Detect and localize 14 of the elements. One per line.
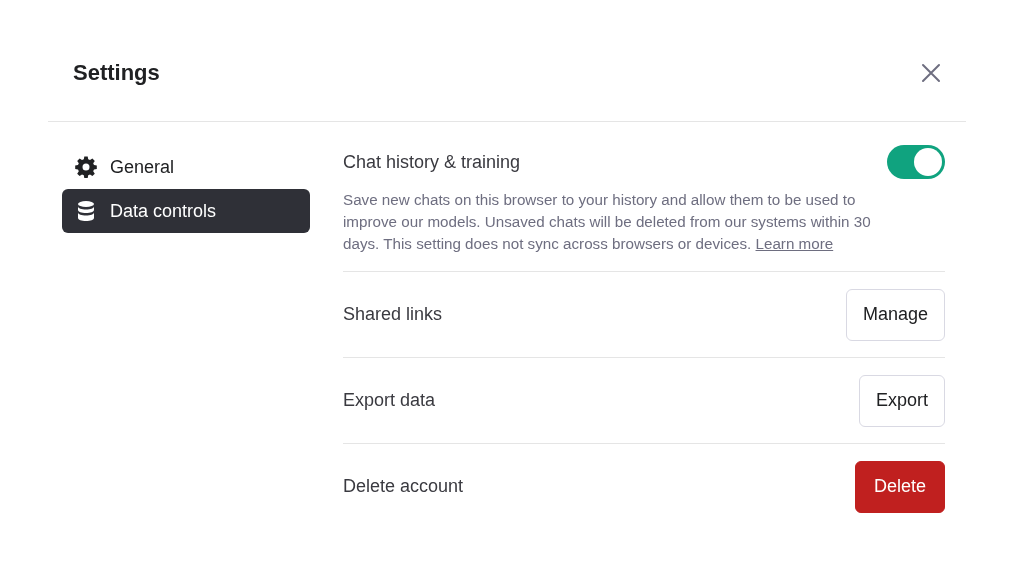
action-button[interactable]: Manage [845,288,945,341]
setting-label: Chat history & training [343,151,521,173]
action-button[interactable]: Export [858,374,945,427]
toggle-switch[interactable] [887,145,945,179]
delete-button[interactable]: Delete [854,460,945,513]
setting-label: Delete account [343,476,464,497]
setting-label: Shared links [343,304,443,325]
setting-label: Export data [343,390,436,411]
sidebar-item[interactable]: Data controls [62,189,310,233]
sidebar-item[interactable]: General [62,145,310,189]
dialog-title: Settings [73,60,160,86]
learn-more-link[interactable]: Learn more [755,235,834,252]
gear-icon [74,155,98,179]
setting-description: Save new chats on this browser to your history and allow them to be used to improve our models. Unsaved chats will be deleted from our systems within 30 days. This setting does not sync across browsers or devices. Learn more [343,190,872,254]
